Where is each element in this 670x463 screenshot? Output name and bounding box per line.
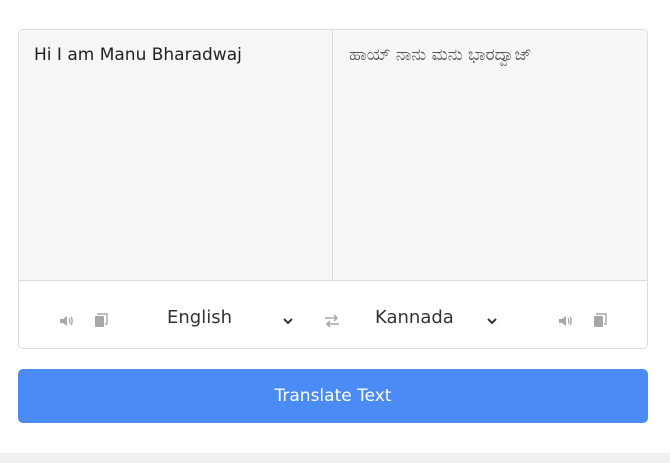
to-volume-icon[interactable] xyxy=(557,313,573,329)
chevron-down-icon xyxy=(282,311,294,325)
to-copy-icon[interactable] xyxy=(592,312,608,328)
chevron-down-icon xyxy=(486,311,498,325)
from-volume-icon[interactable] xyxy=(58,313,74,329)
controls-bar: English Kannada xyxy=(19,280,647,348)
from-language-select[interactable]: English xyxy=(167,307,295,331)
to-text-area[interactable]: ಹಾಯ್ ನಾನು ಮನು ಭಾರದ್ವಾಜ್ xyxy=(334,30,647,280)
translate-button[interactable]: Translate Text xyxy=(18,369,648,423)
from-copy-icon[interactable] xyxy=(93,312,109,328)
to-language-select[interactable]: Kannada xyxy=(375,307,503,331)
to-language-label: Kannada xyxy=(375,307,454,328)
from-text-area[interactable]: Hi I am Manu Bharadwaj xyxy=(19,30,333,280)
exchange-icon[interactable] xyxy=(324,313,340,329)
from-language-label: English xyxy=(167,307,232,328)
translator-wrapper: Hi I am Manu Bharadwaj ಹಾಯ್ ನಾನು ಮನು ಭಾರ… xyxy=(18,29,648,349)
page-bottom-strip xyxy=(0,453,670,463)
